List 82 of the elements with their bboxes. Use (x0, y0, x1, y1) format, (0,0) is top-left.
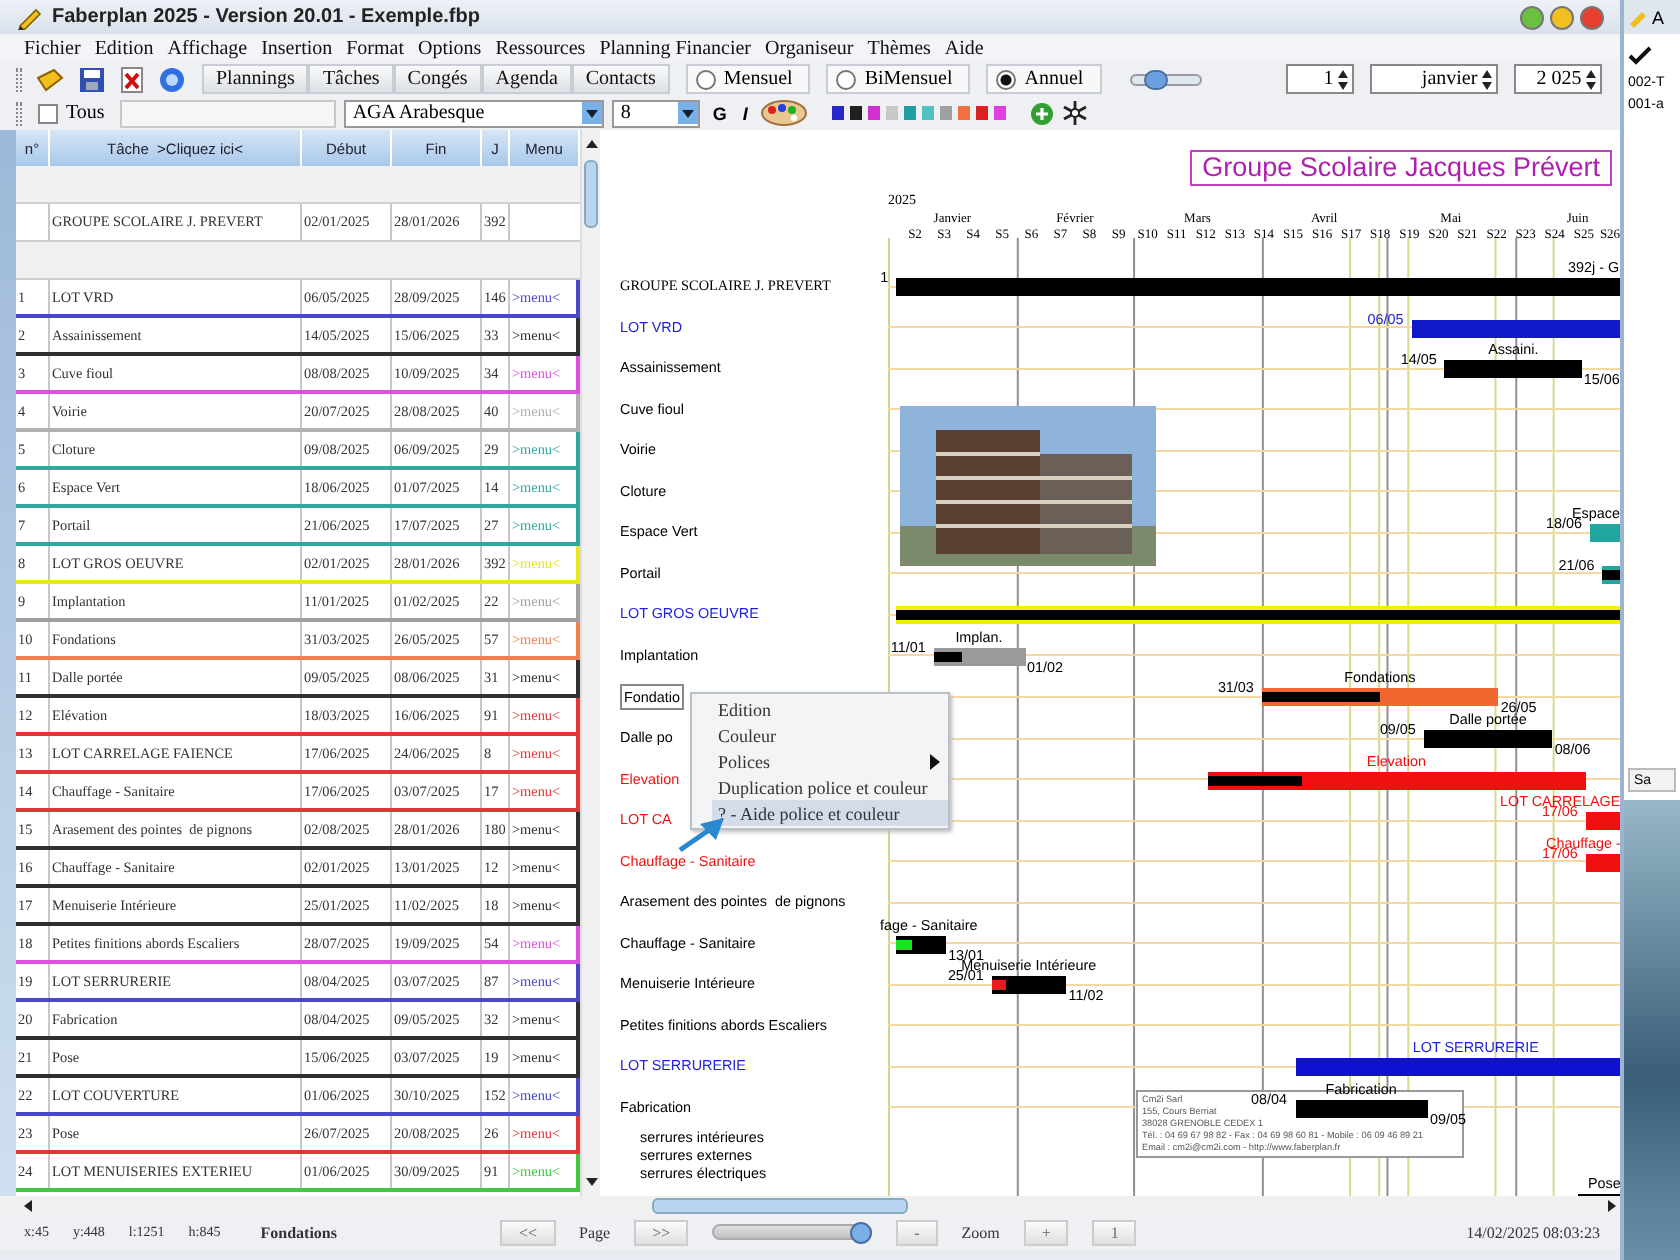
close-button[interactable] (1580, 5, 1604, 29)
color-swatch[interactable] (975, 106, 988, 120)
caret-icon[interactable] (678, 102, 699, 124)
scroll-up-icon[interactable] (583, 136, 599, 152)
menu-item[interactable]: Edition (712, 696, 948, 722)
menu-item[interactable]: Fichier (24, 37, 81, 59)
menu-item[interactable]: Thèmes (867, 37, 931, 59)
window-title: Faberplan 2025 - Version 20.01 - Exemple.fbp (52, 6, 480, 28)
font-dropdown[interactable]: AGA Arabesque (344, 99, 605, 127)
vertical-scrollbar[interactable] (580, 130, 600, 1196)
slider-thumb[interactable] (1143, 69, 1168, 89)
checkmark-icon (1628, 46, 1652, 66)
zoom-in-button[interactable]: + (1023, 1219, 1069, 1245)
scroll-thumb[interactable] (652, 1197, 908, 1213)
next-page-button[interactable]: >> (634, 1219, 689, 1245)
menu-item[interactable]: Planning Financier (599, 37, 752, 59)
menu-item[interactable]: Aide (944, 37, 984, 59)
view-button[interactable]: Congés (393, 64, 482, 94)
date-time-label: 14/02/2025 08:03:23 (1466, 1223, 1600, 1241)
submenu-arrow-icon (930, 753, 940, 769)
spin-arrows-icon[interactable] (1583, 67, 1598, 91)
minimize-button[interactable] (1520, 5, 1544, 29)
zoom-slider[interactable] (1129, 73, 1202, 85)
menu-item[interactable]: Edition (94, 37, 154, 59)
spin-arrows-icon[interactable] (1479, 67, 1494, 91)
color-swatch[interactable] (867, 106, 880, 120)
scroll-thumb[interactable] (584, 160, 598, 228)
view-button[interactable]: Tâches (308, 64, 394, 94)
help-icon[interactable] (158, 65, 186, 93)
color-swatch[interactable] (849, 106, 862, 120)
color-swatch[interactable] (831, 106, 844, 120)
maximize-button[interactable] (1550, 5, 1574, 29)
menu-item[interactable]: Format (346, 37, 405, 59)
save-icon[interactable] (78, 65, 106, 93)
pencil-icon (16, 5, 44, 29)
pencil-icon (1628, 7, 1648, 27)
plus-icon[interactable] (1029, 101, 1054, 125)
snowflake-icon[interactable] (1061, 100, 1088, 126)
color-swatch[interactable] (903, 106, 916, 120)
caret-icon[interactable] (582, 102, 603, 124)
menu-item[interactable]: Duplication police et couleur (712, 774, 948, 800)
spinner-field[interactable]: 2 025 (1513, 64, 1602, 94)
current-task-label: Fondations (260, 1223, 337, 1241)
view-mode-radio[interactable]: Annuel (986, 64, 1102, 94)
color-swatch[interactable] (885, 106, 898, 120)
previous-page-button[interactable]: << (500, 1219, 556, 1245)
all-checkbox[interactable]: Tous (30, 102, 113, 124)
zoom-out-button[interactable]: - (896, 1219, 938, 1245)
menu-item[interactable]: Options (418, 37, 482, 59)
menu-item[interactable]: Polices (712, 748, 948, 774)
scroll-down-icon[interactable] (583, 1174, 599, 1190)
spinner-field[interactable]: janvier (1369, 64, 1498, 94)
delete-icon[interactable] (118, 65, 146, 93)
menu-item[interactable]: Affichage (167, 37, 248, 59)
zoom-reset-button[interactable]: 1 (1092, 1219, 1137, 1245)
text-field[interactable] (120, 99, 337, 127)
menu-item[interactable]: Couleur (712, 722, 948, 748)
view-mode-radio[interactable]: BiMensuel (826, 64, 971, 94)
spinner-field[interactable]: 1 (1285, 64, 1354, 94)
color-swatch[interactable] (993, 106, 1006, 120)
style-button[interactable]: G (708, 100, 731, 126)
view-button[interactable]: Agenda (481, 64, 572, 94)
menu-item[interactable]: Insertion (261, 37, 333, 59)
palette-icon[interactable] (759, 100, 808, 126)
size-dropdown[interactable]: 8 (612, 99, 701, 127)
menu-item[interactable]: Organiseur (765, 37, 854, 59)
spin-arrows-icon[interactable] (1335, 67, 1350, 91)
color-swatch[interactable] (921, 106, 934, 120)
menu-item[interactable]: Ressources (495, 37, 586, 59)
color-swatch[interactable] (939, 106, 952, 120)
window-title: A (1652, 7, 1665, 27)
style-button[interactable]: I (738, 100, 752, 126)
color-swatch[interactable] (957, 106, 970, 120)
zoom-slider[interactable] (712, 1224, 873, 1240)
view-button[interactable]: Contacts (571, 64, 670, 94)
view-mode-radio[interactable]: Mensuel (685, 64, 811, 94)
view-button[interactable]: Plannings (202, 64, 309, 94)
slider-thumb[interactable] (850, 1222, 873, 1244)
zoom-label: Zoom (961, 1223, 1000, 1241)
pointer-arrow (678, 818, 724, 853)
chart-title: Groupe Scolaire Jacques Prévert (1190, 150, 1612, 186)
page-label: Page (579, 1223, 611, 1241)
